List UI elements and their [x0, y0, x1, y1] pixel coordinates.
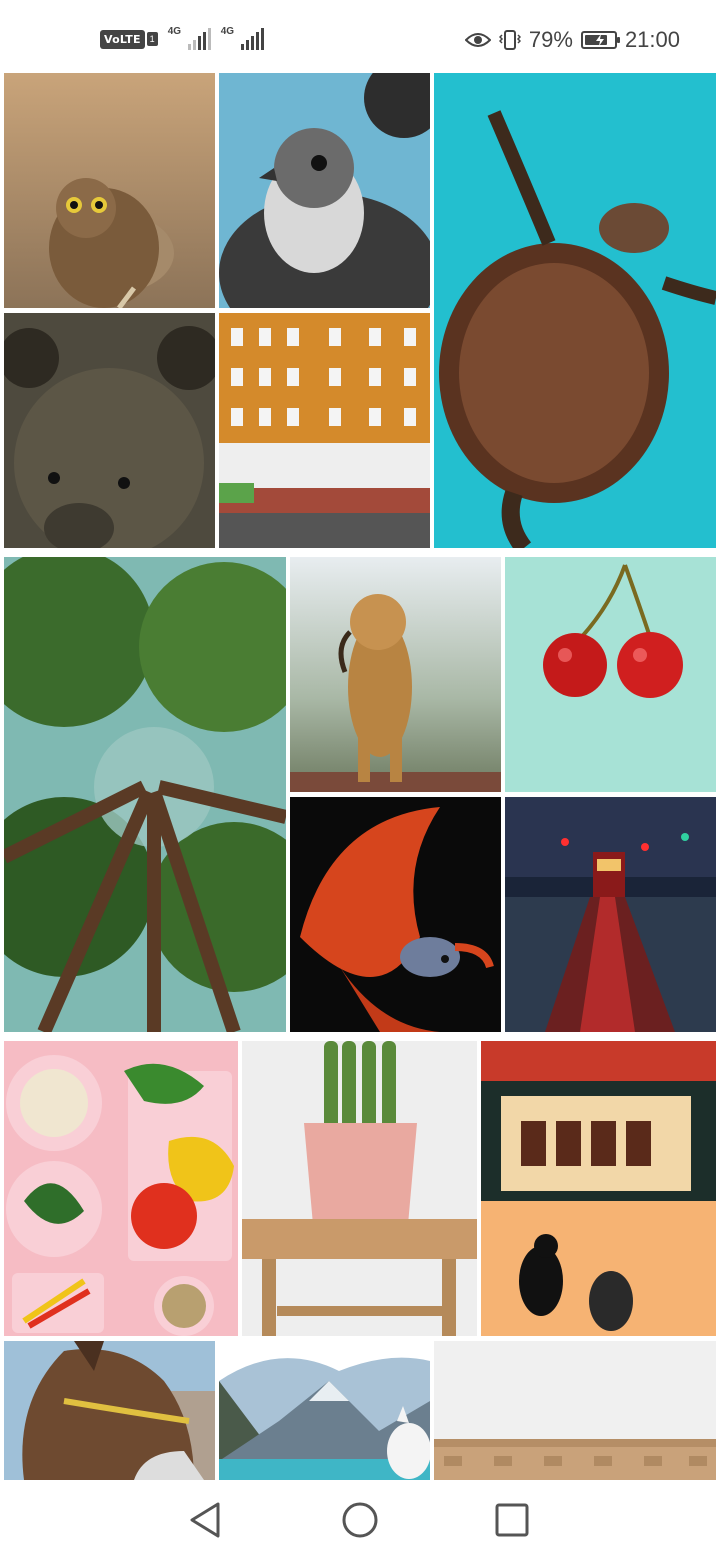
network-type-label: 4G [167, 26, 182, 37]
battery-charging-icon [580, 31, 620, 49]
gallery-image-building-rooftop[interactable] [434, 1341, 716, 1480]
recents-button[interactable] [492, 1500, 532, 1540]
home-button[interactable] [340, 1500, 380, 1540]
gallery-image-sea-turtle[interactable] [434, 73, 716, 548]
status-bar: VoLTE 1 4G 4G 79% 21:00 [0, 0, 720, 72]
status-right: 79% 21:00 [464, 27, 680, 53]
gallery-image-orange-building[interactable] [219, 313, 430, 548]
gallery-image-bear[interactable] [4, 313, 215, 548]
volte-icon: VoLTE 1 [100, 29, 158, 49]
signal-icon: 4G [167, 26, 211, 50]
vibrate-icon [498, 30, 521, 50]
back-icon [190, 1502, 220, 1538]
gallery-image-tram-night-street[interactable] [505, 797, 716, 1032]
volte-label: VoLTE [100, 29, 145, 49]
gallery-image-vegetables-on-pink[interactable] [4, 1041, 238, 1336]
signal-icon: 4G [220, 26, 264, 50]
back-button[interactable] [186, 1500, 226, 1540]
gallery-image-falcon[interactable] [219, 73, 430, 308]
eye-icon [464, 33, 491, 47]
clock: 21:00 [624, 27, 680, 52]
gallery-image-mountain-lake-dog[interactable] [219, 1341, 430, 1480]
network-type-label: 4G [220, 26, 235, 37]
navigation-bar [0, 1480, 720, 1560]
home-icon [342, 1502, 378, 1538]
gallery-image-owl[interactable] [4, 73, 215, 308]
gallery-image-potted-plant-on-stool[interactable] [242, 1041, 477, 1336]
gallery-image-betta-fish[interactable] [290, 797, 501, 1032]
sim-slot-label: 1 [146, 32, 158, 46]
gallery-image-cherries[interactable] [505, 557, 716, 792]
battery-percent: 79% [528, 27, 573, 52]
gallery-image-forest-canopy[interactable] [4, 557, 286, 1032]
gallery-image-donkey[interactable] [4, 1341, 215, 1480]
gallery-image-night-food-stall[interactable] [481, 1041, 716, 1336]
status-left: VoLTE 1 4G 4G [100, 26, 264, 50]
recents-icon [495, 1503, 529, 1537]
gallery-image-lioness[interactable] [290, 557, 501, 792]
